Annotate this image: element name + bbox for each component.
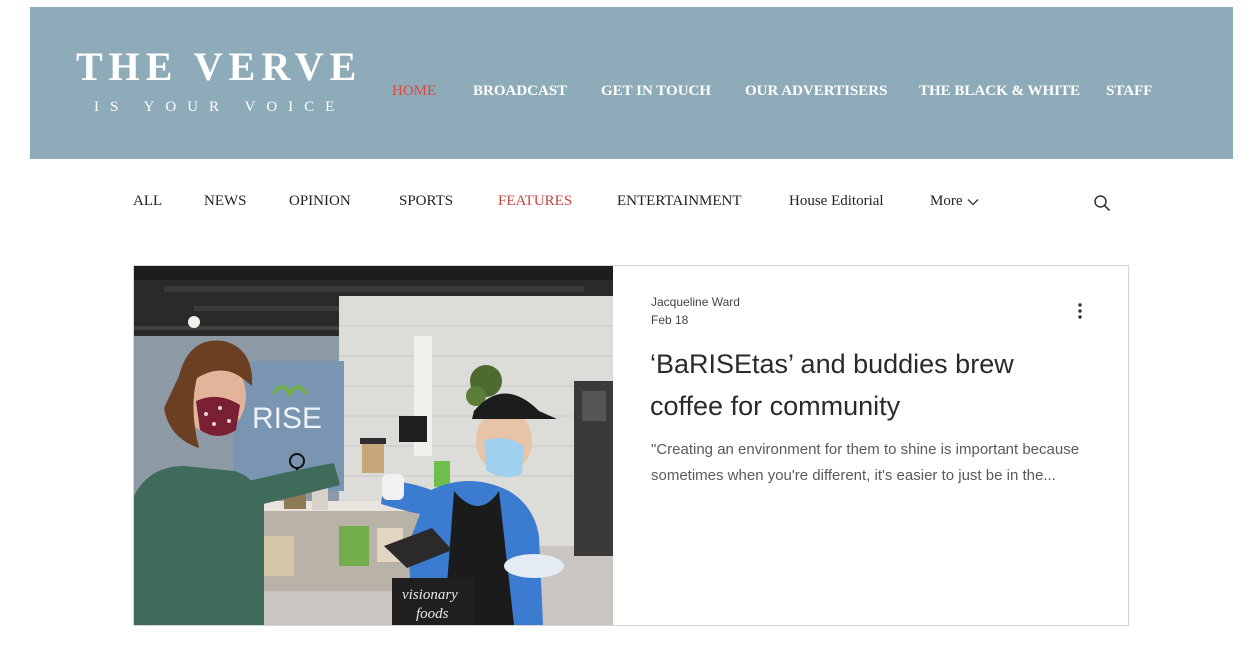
rise-sign-text: RISE: [252, 402, 322, 435]
main-nav-broadcast[interactable]: BROADCAST: [473, 83, 567, 100]
post-cover-image[interactable]: RISE visionary foods: [134, 266, 613, 625]
category-features[interactable]: FEATURES: [498, 193, 572, 210]
image-box-text-1: visionary: [402, 587, 458, 603]
category-house-editorial[interactable]: House Editorial: [789, 193, 884, 210]
post-author[interactable]: Jacqueline Ward: [651, 295, 740, 309]
post-date: Feb 18: [651, 313, 689, 327]
category-all[interactable]: ALL: [133, 193, 162, 210]
chevron-down-icon: [967, 198, 978, 205]
kebab-menu-icon[interactable]: [1075, 302, 1085, 320]
category-sports[interactable]: SPORTS: [399, 193, 453, 210]
post-card-body: Jacqueline Ward Feb 18 ‘BaRISEtas’ and b…: [613, 266, 1128, 625]
category-more-label: More: [930, 193, 963, 209]
main-nav-home[interactable]: HOME: [392, 83, 436, 100]
main-nav-the-black-white[interactable]: THE BLACK & WHITE: [919, 83, 1080, 100]
image-box-text-2: foods: [416, 606, 449, 622]
search-icon[interactable]: [1093, 194, 1111, 212]
category-entertainment[interactable]: ENTERTAINMENT: [617, 193, 742, 210]
post-title[interactable]: ‘BaRISEtas’ and buddies brew coffee for …: [650, 343, 1090, 427]
post-excerpt: "Creating an environment for them to shi…: [651, 441, 1080, 484]
category-more-dropdown[interactable]: More: [930, 193, 979, 210]
main-nav: HOME BROADCAST GET IN TOUCH OUR ADVERTIS…: [30, 83, 1233, 103]
category-nav: ALL NEWS OPINION SPORTS FEATURES ENTERTA…: [0, 193, 1253, 213]
main-nav-get-in-touch[interactable]: GET IN TOUCH: [601, 83, 711, 100]
category-news[interactable]: NEWS: [204, 193, 247, 210]
main-nav-staff[interactable]: STAFF: [1106, 83, 1152, 100]
featured-post-card[interactable]: RISE visionary foods Jacqueline Ward Feb…: [133, 265, 1129, 626]
site-header: THE VERVE IS YOUR VOICE HOME BROADCAST G…: [30, 7, 1233, 159]
main-nav-our-advertisers[interactable]: OUR ADVERTISERS: [745, 83, 887, 100]
category-opinion[interactable]: OPINION: [289, 193, 351, 210]
